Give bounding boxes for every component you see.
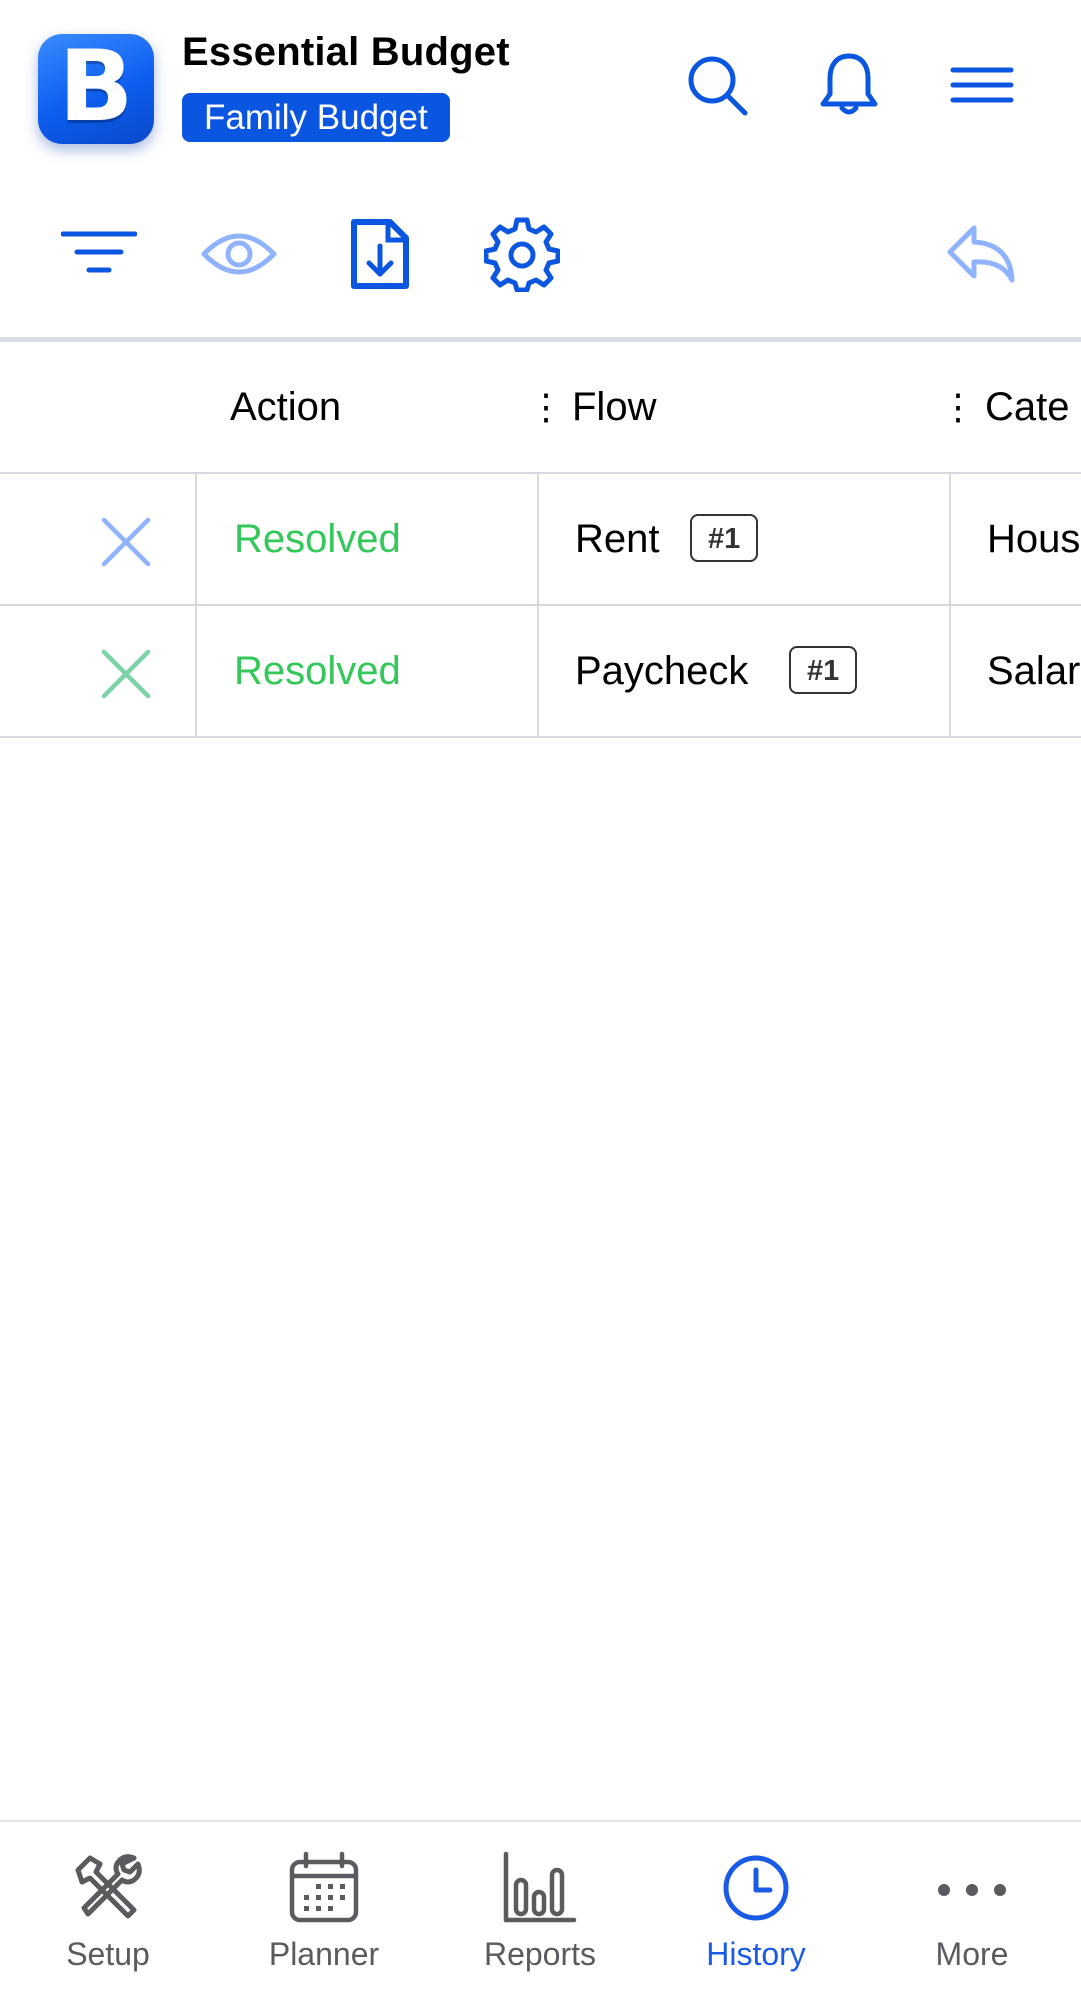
history-table: Action ⋮ Flow ⋮ Cate Resolved Rent #1 Ho… [0, 342, 1081, 738]
flow-tag-badge: #1 [789, 646, 858, 694]
cell-divider [949, 474, 951, 604]
app-header: B Essential Budget Family Budget [0, 0, 1081, 170]
flow-tag-badge: #1 [690, 514, 759, 562]
download-file-icon[interactable] [342, 216, 418, 292]
status-label: Resolved [234, 649, 401, 693]
column-menu-icon[interactable]: ⋮ [528, 342, 564, 472]
nav-item-history[interactable]: History [648, 1822, 864, 1999]
column-header-action[interactable]: Action [230, 342, 341, 472]
filter-icon[interactable] [61, 216, 137, 292]
close-icon[interactable] [98, 646, 154, 702]
hamburger-menu-icon[interactable] [947, 50, 1017, 120]
column-header-category[interactable]: Cate [985, 342, 1070, 472]
gear-icon[interactable] [484, 216, 560, 292]
nav-item-setup[interactable]: Setup [0, 1822, 216, 1999]
cell-divider [195, 606, 197, 736]
nav-label: Reports [483, 1936, 597, 1972]
cell-divider [195, 474, 197, 604]
column-menu-icon[interactable]: ⋮ [940, 342, 976, 472]
flow-name: Paycheck [575, 649, 749, 693]
bar-chart-icon [503, 1851, 577, 1923]
app-title: Essential Budget [182, 30, 510, 74]
app-logo: B [38, 34, 154, 144]
cell-divider [537, 606, 539, 736]
column-header-flow[interactable]: Flow [572, 342, 656, 472]
tools-icon [75, 1854, 142, 1919]
table-header: Action ⋮ Flow ⋮ Cate [0, 342, 1081, 474]
undo-icon[interactable] [944, 216, 1020, 292]
nav-item-more[interactable]: More [864, 1822, 1080, 1999]
budget-selector[interactable]: Family Budget [182, 93, 450, 142]
category-name: Salar [987, 649, 1081, 693]
nav-label: More [935, 1936, 1009, 1972]
close-icon[interactable] [98, 514, 154, 570]
nav-label: Setup [66, 1936, 150, 1972]
more-dots-icon [938, 1884, 1006, 1896]
app-root: B Essential Budget Family Budget Action … [0, 0, 1081, 1999]
logo-letter: B [58, 30, 134, 144]
nav-item-planner[interactable]: Planner [216, 1822, 432, 1999]
category-name: Hous [987, 517, 1081, 561]
calendar-icon [289, 1851, 359, 1923]
nav-item-reports[interactable]: Reports [432, 1822, 648, 1999]
table-row[interactable]: Resolved Paycheck #1 Salar [0, 606, 1081, 738]
cell-divider [949, 606, 951, 736]
flow-name: Rent [575, 517, 660, 561]
nav-label: Planner [268, 1936, 380, 1972]
eye-icon[interactable] [201, 216, 277, 292]
clock-icon [723, 1855, 789, 1921]
status-label: Resolved [234, 517, 401, 561]
table-row[interactable]: Resolved Rent #1 Hous [0, 474, 1081, 606]
nav-label: History [706, 1936, 806, 1972]
bottom-nav: Setup Planner Reports History More [0, 1820, 1081, 1999]
bell-icon[interactable] [814, 50, 884, 120]
search-icon[interactable] [682, 50, 752, 120]
cell-divider [537, 474, 539, 604]
